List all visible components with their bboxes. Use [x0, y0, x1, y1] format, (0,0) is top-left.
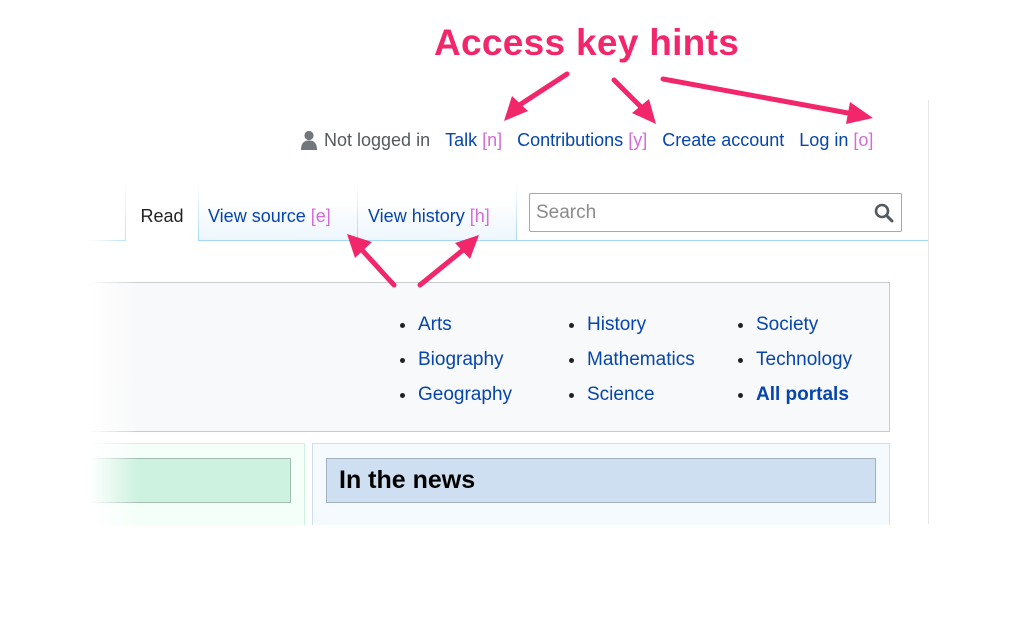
view-source-label: View source	[208, 206, 306, 226]
list-item: Geography	[398, 382, 512, 417]
talk-label: Talk	[445, 129, 478, 150]
portal-link-society[interactable]: Society	[756, 314, 818, 335]
portal-column: Arts Biography Geography	[398, 312, 512, 417]
portal-link-science[interactable]: Science	[587, 384, 655, 405]
tabs-baseline	[90, 240, 928, 241]
talk-link[interactable]: Talk [n]	[445, 130, 502, 151]
contributions-link[interactable]: Contributions [y]	[517, 130, 647, 151]
talk-access-key-hint: [n]	[482, 129, 503, 150]
not-logged-in-label: Not logged in	[324, 129, 431, 150]
contributions-label: Contributions	[517, 129, 624, 150]
list-item: Technology	[736, 347, 852, 382]
screenshot-stage: Access key hints Not logged in Talk [n] …	[0, 0, 1020, 638]
tab-read[interactable]: Read	[126, 182, 198, 240]
content-right-edge	[928, 100, 929, 524]
portal-link-arts[interactable]: Arts	[418, 314, 452, 335]
portal-link-technology[interactable]: Technology	[756, 349, 852, 370]
contributions-access-key-hint: [y]	[628, 129, 648, 150]
list-item: Mathematics	[567, 347, 695, 382]
list-item: Arts	[398, 312, 512, 347]
news-heading: In the news	[339, 466, 476, 494]
view-history-access-key-hint: [h]	[469, 206, 490, 226]
annotation-title: Access key hints	[434, 22, 740, 63]
list-item: Biography	[398, 347, 512, 382]
user-icon	[300, 130, 318, 150]
portal-link-history[interactable]: History	[587, 314, 646, 335]
portal-link-geography[interactable]: Geography	[418, 384, 512, 405]
search-box	[529, 193, 902, 232]
tab-read-label: Read	[140, 206, 184, 226]
view-source-link[interactable]: View source [e]	[208, 206, 331, 227]
portal-column: Society Technology All portals	[736, 312, 852, 417]
arrow-icon	[611, 77, 656, 124]
search-icon[interactable]	[873, 202, 895, 224]
news-pane-heading: In the news	[326, 458, 876, 503]
tab-separator	[516, 182, 517, 240]
view-source-access-key-hint: [e]	[310, 206, 331, 226]
list-item: History	[567, 312, 695, 347]
personal-tools: Not logged in Talk [n] Contributions [y]…	[300, 128, 873, 152]
search-input[interactable]	[536, 200, 856, 226]
portal-link-all-portals[interactable]: All portals	[756, 384, 849, 405]
view-history-link[interactable]: View history [h]	[368, 206, 490, 227]
list-item: Science	[567, 382, 695, 417]
featured-pane-heading	[90, 458, 291, 503]
list-item: Society	[736, 312, 852, 347]
tab-read-active-gap	[126, 240, 198, 241]
log-in-link[interactable]: Log in [o]	[799, 130, 873, 151]
view-history-label: View history	[368, 206, 465, 226]
create-account-label: Create account	[662, 129, 785, 150]
create-account-link[interactable]: Create account	[662, 130, 784, 151]
tab-view-history[interactable]: View history [h]	[358, 182, 516, 240]
arrow-icon	[660, 76, 873, 124]
portal-column: History Mathematics Science	[567, 312, 695, 417]
log-in-access-key-hint: [o]	[853, 129, 874, 150]
arrow-icon	[347, 234, 397, 288]
portal-link-mathematics[interactable]: Mathematics	[587, 349, 695, 370]
log-in-label: Log in	[799, 129, 849, 150]
arrow-icon	[504, 71, 570, 121]
arrow-icon	[417, 235, 479, 288]
list-item: All portals	[736, 382, 852, 417]
portal-link-biography[interactable]: Biography	[418, 349, 504, 370]
tab-view-source[interactable]: View source [e]	[199, 182, 357, 240]
